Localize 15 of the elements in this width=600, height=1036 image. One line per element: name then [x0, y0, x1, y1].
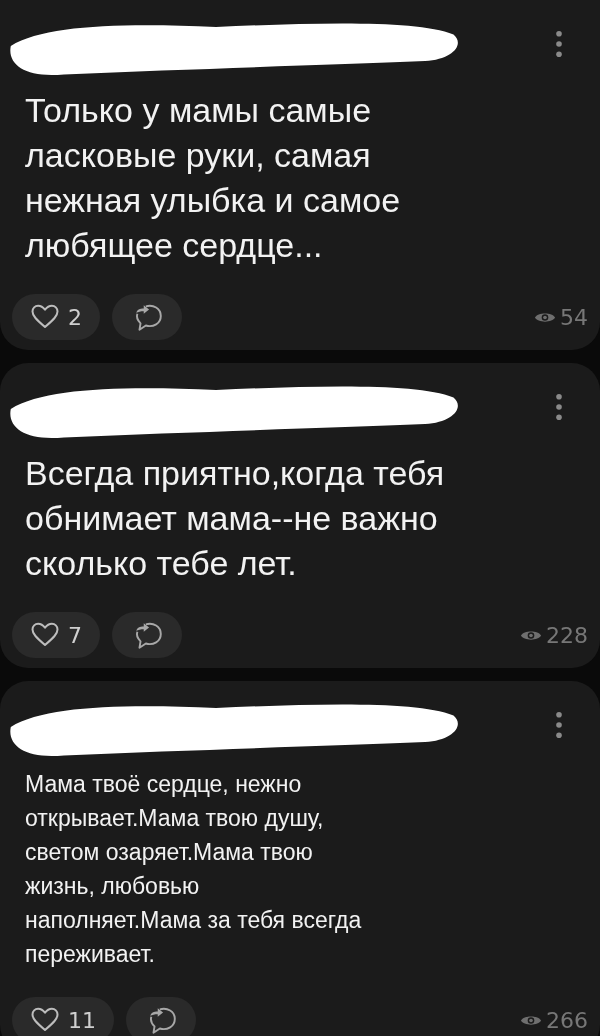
- like-button[interactable]: 11: [12, 997, 114, 1036]
- more-options-icon[interactable]: [554, 30, 564, 58]
- post-text: Всегда приятно,когда тебя обнимает мама--не важно сколько тебе лет.: [24, 453, 446, 584]
- view-count: 228: [546, 622, 588, 648]
- more-options-icon[interactable]: [554, 393, 564, 421]
- like-button[interactable]: 7: [12, 612, 100, 658]
- view-count: 54: [560, 304, 588, 330]
- repost-button[interactable]: [126, 997, 196, 1036]
- view-count: 266: [546, 1007, 588, 1033]
- more-options-icon[interactable]: [554, 711, 564, 739]
- post-text: Только у мамы самые ласковые руки, самая нежная улыбка и самое любящее сердце...: [24, 90, 402, 266]
- like-button[interactable]: 2: [12, 294, 100, 340]
- repost-button[interactable]: [112, 294, 182, 340]
- post-text: Мама твоё сердце, нежно открывает.Мама твою душу, светом озаряет.Мама твою жизнь, любовью наполняет.Мама за тебя всегда переживает.: [24, 770, 363, 969]
- repost-button[interactable]: [112, 612, 182, 658]
